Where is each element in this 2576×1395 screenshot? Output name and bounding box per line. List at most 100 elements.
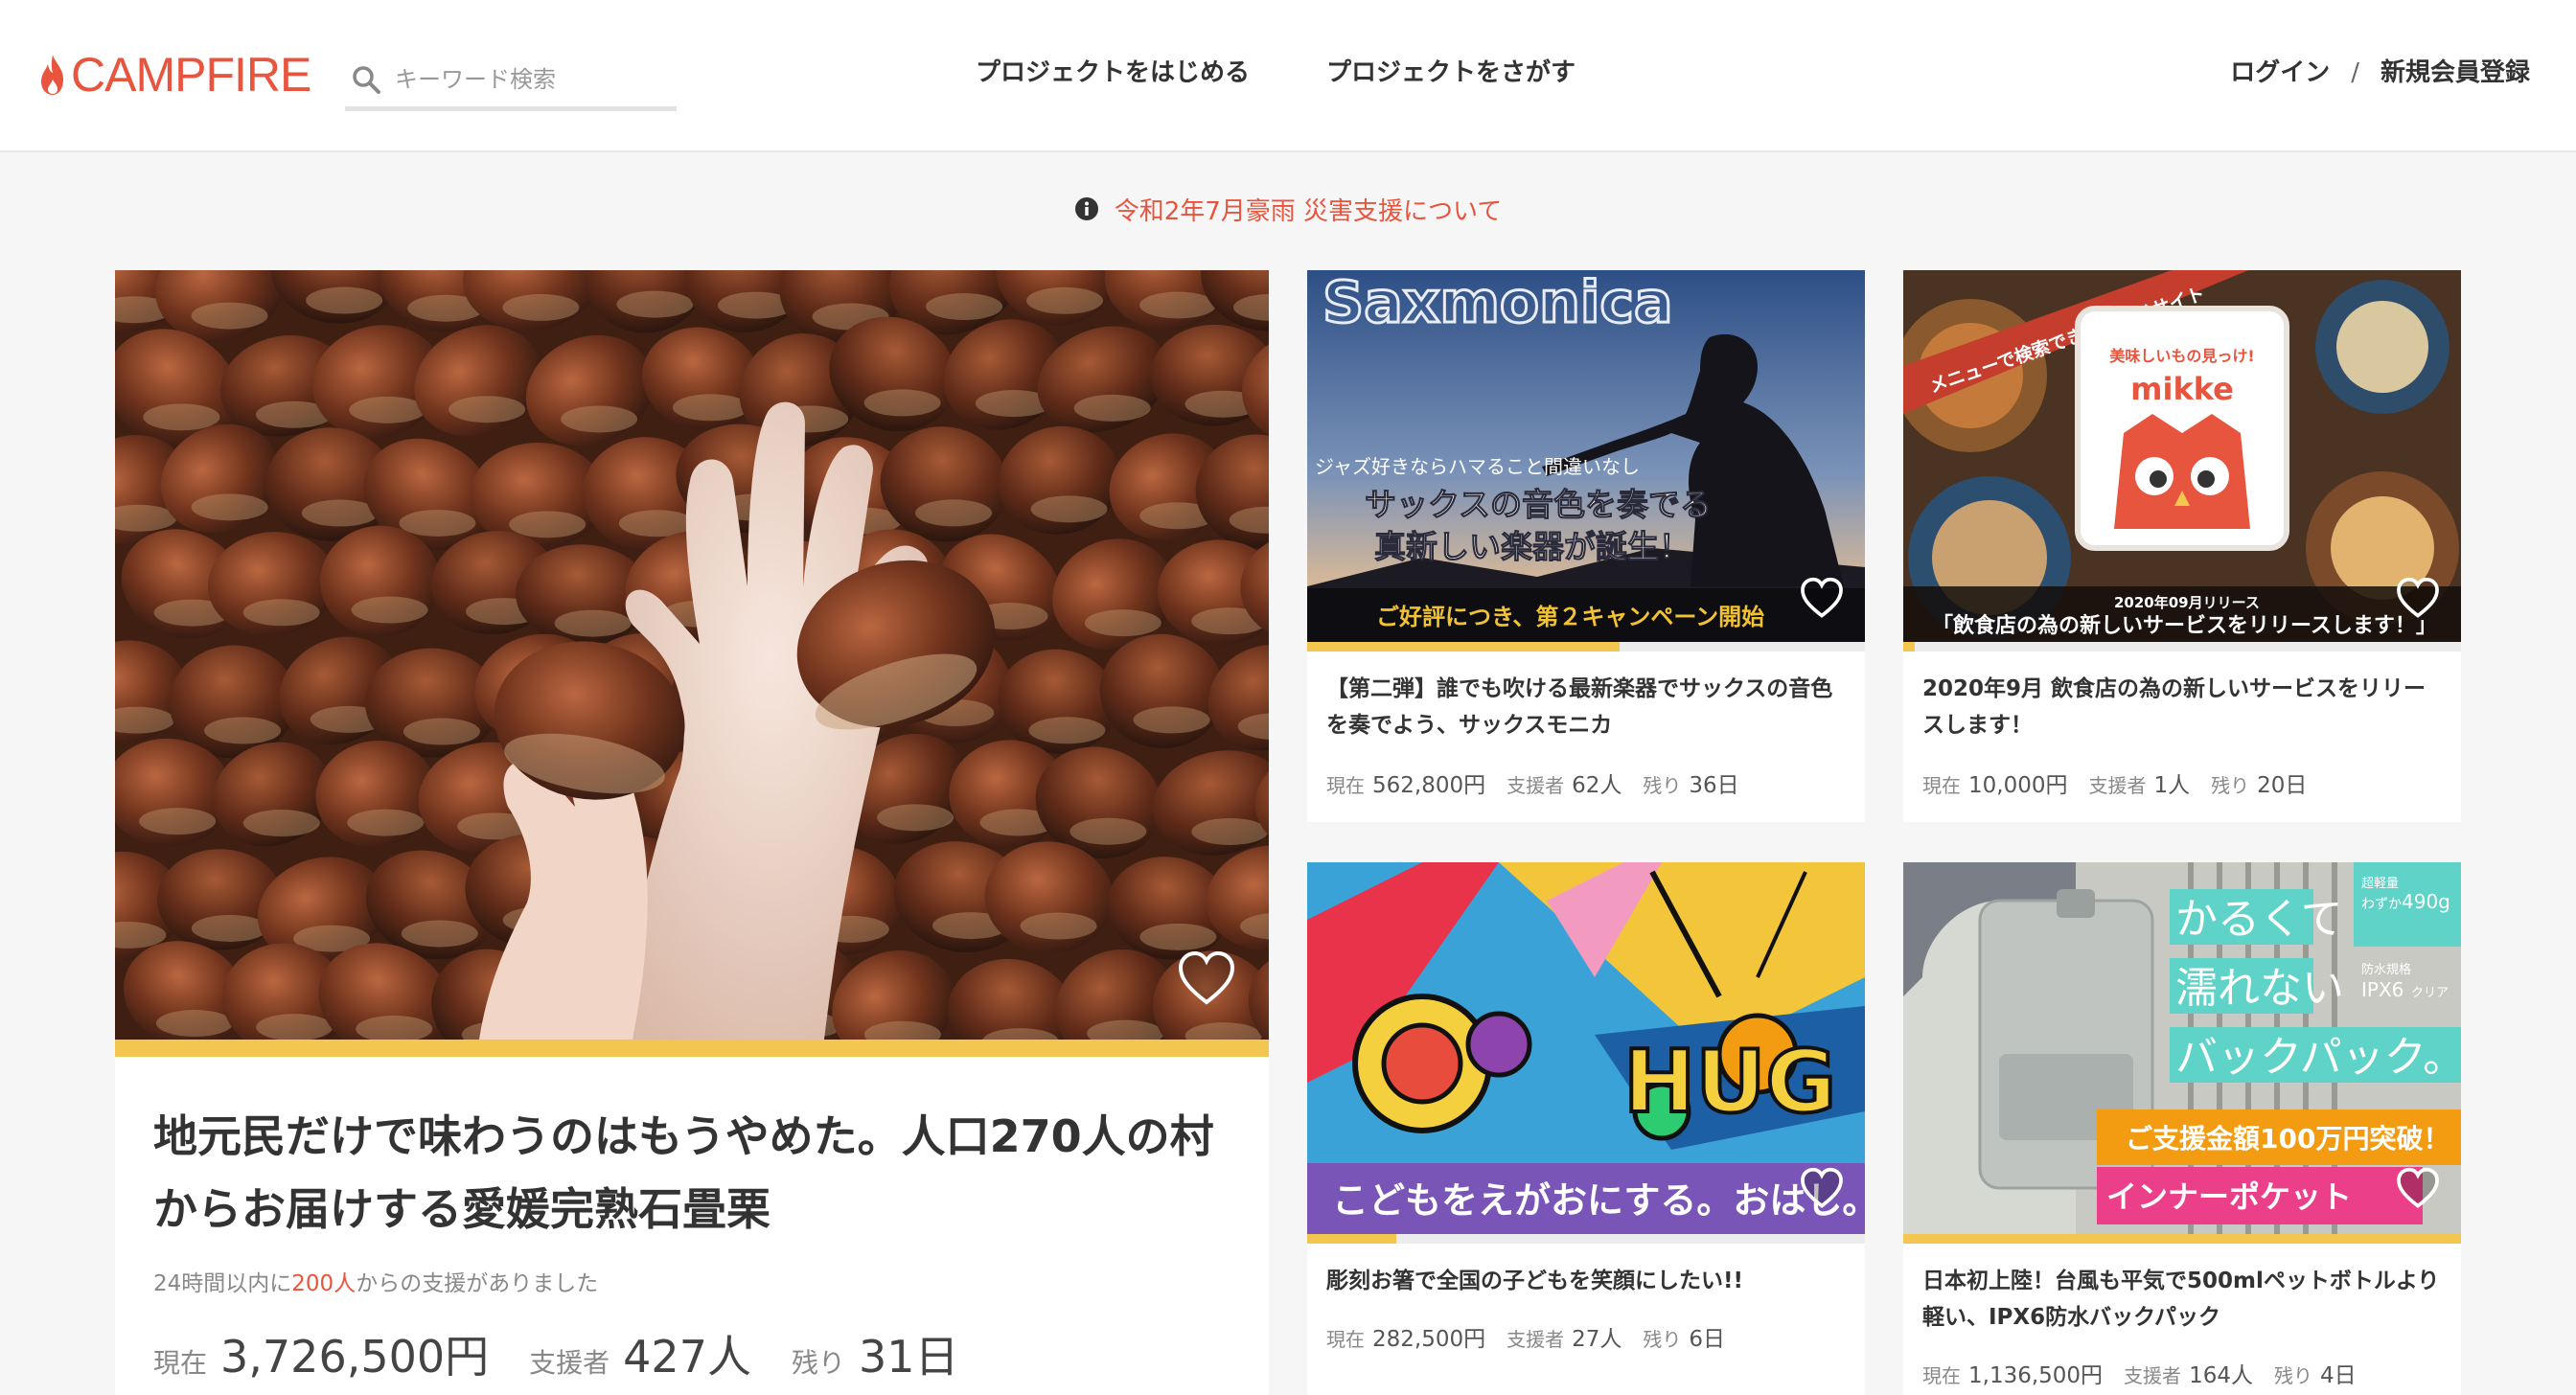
saxmonica-logo-text: Saxmonica bbox=[1322, 270, 1672, 336]
remaining-label: 残り bbox=[1643, 774, 1682, 797]
banner-line-1: かるくて bbox=[2175, 895, 2343, 944]
saxmonica-banner: Saxmonica ジャズ好きならハマること間違いなし サックスの音色を奏でる … bbox=[1307, 270, 1865, 642]
banner-pocket-text: インナーポケット bbox=[2106, 1178, 2352, 1215]
raised-amount: 282,500円 bbox=[1372, 1327, 1486, 1352]
project-card[interactable]: HUG こどもをえがおにする。おはし。 彫刻お箸で全国の子どもを笑顔にしたい!!… bbox=[1307, 862, 1865, 1395]
backers-label: 支援者 bbox=[1506, 1328, 1565, 1351]
login-link[interactable]: ログイン bbox=[2230, 56, 2330, 90]
banner-line-2: 濡れない bbox=[2175, 964, 2344, 1013]
search-icon[interactable] bbox=[351, 64, 381, 95]
notice-text: 令和2年7月豪雨 災害支援について bbox=[1114, 196, 1503, 226]
banner-tag-2a: 防水規格 bbox=[2361, 962, 2411, 977]
remaining-days: 36日 bbox=[1689, 773, 1739, 798]
remaining-days: 31日 bbox=[858, 1331, 959, 1383]
project-card[interactable]: Saxmonica ジャズ好きならハマること間違いなし サックスの音色を奏でる … bbox=[1307, 270, 1865, 822]
backpack-banner: かるくて 濡れない バックパック。 超軽量 わずか 490g 防水規格 IPX6… bbox=[1903, 862, 2461, 1234]
raised-amount: 10,000円 bbox=[1968, 773, 2068, 798]
banner-logo-tag: 美味しいもの見っけ! bbox=[2109, 347, 2254, 365]
backers-count: 164人 bbox=[2189, 1363, 2253, 1388]
project-image[interactable]: かるくて 濡れない バックパック。 超軽量 わずか 490g 防水規格 IPX6… bbox=[1903, 862, 2461, 1234]
featured-progress-fill bbox=[115, 1040, 1269, 1057]
raised-label: 現在 bbox=[1326, 1328, 1365, 1351]
info-icon bbox=[1074, 197, 1098, 220]
backers-label: 支援者 bbox=[2088, 774, 2147, 797]
progress-bar bbox=[1903, 1234, 2461, 1244]
project-card[interactable]: メニューで検索できるグルメサイト 美味しいもの見っけ! mikke 2020年0… bbox=[1903, 270, 2461, 822]
banner-badge-text: ご支援金額100万円突破！ bbox=[2126, 1123, 2450, 1155]
project-image[interactable]: メニューで検索できるグルメサイト 美味しいもの見っけ! mikke 2020年0… bbox=[1903, 270, 2461, 642]
chestnuts-photo bbox=[115, 270, 1269, 1040]
campfire-logo[interactable]: CAMPFIRE bbox=[38, 48, 311, 102]
remaining-days: 6日 bbox=[1689, 1327, 1726, 1352]
featured-project-card[interactable]: 地元民だけで味わうのはもうやめた。人口270人の村からお届けする愛媛完熟石畳栗 … bbox=[115, 270, 1269, 1395]
banner-strip-text: ご好評につき、第２キャンペーン開始 bbox=[1376, 604, 1764, 630]
project-title[interactable]: 2020年9月 飲食店の為の新しいサービスをリリースします！ bbox=[1922, 671, 2440, 743]
backers-label: 支援者 bbox=[2124, 1364, 2182, 1387]
remaining-days: 20日 bbox=[2257, 773, 2308, 798]
banner-small-text: ジャズ好きならハマること間違いなし bbox=[1315, 455, 1640, 478]
raised-label: 現在 bbox=[1922, 1364, 1961, 1387]
nav-start-project[interactable]: プロジェクトをはじめる bbox=[976, 56, 1250, 90]
favorite-heart-icon[interactable] bbox=[2396, 577, 2440, 619]
raised-amount: 1,136,500円 bbox=[1968, 1363, 2104, 1388]
banner-hug-text: HUG bbox=[1623, 1032, 1836, 1132]
mikke-banner: メニューで検索できるグルメサイト 美味しいもの見っけ! mikke 2020年0… bbox=[1903, 270, 2461, 642]
auth-links: ログイン / 新規会員登録 bbox=[2230, 56, 2530, 90]
nav-find-project[interactable]: プロジェクトをさがす bbox=[1326, 56, 1576, 90]
project-title[interactable]: 彫刻お箸で全国の子どもを笑顔にしたい!! bbox=[1326, 1263, 1844, 1299]
chopsticks-banner: HUG こどもをえがおにする。おはし。 bbox=[1307, 862, 1865, 1234]
backers-label: 支援者 bbox=[1506, 774, 1565, 797]
favorite-heart-icon[interactable] bbox=[1800, 577, 1844, 619]
support-suffix: からの支援がありました bbox=[356, 1271, 599, 1296]
banner-main-text-1: サックスの音色を奏でる bbox=[1365, 486, 1712, 523]
banner-line-3: バックパック。 bbox=[2175, 1033, 2461, 1082]
project-title[interactable]: 【第二弾】誰でも吹ける最新楽器でサックスの音色を奏でよう、サックスモニカ bbox=[1326, 671, 1844, 743]
favorite-heart-icon[interactable] bbox=[2396, 1167, 2440, 1209]
featured-stats: 現在 3,726,500円 支援者 427人 残り 31日 bbox=[153, 1322, 1000, 1385]
raised-label: 現在 bbox=[1326, 774, 1365, 797]
progress-fill bbox=[1903, 642, 1915, 652]
mikke-logo-text: mikke bbox=[2130, 371, 2234, 407]
recent-support-note: 24時間以内に200人からの支援がありました bbox=[153, 1265, 598, 1297]
banner-tag-1b: わずか bbox=[2361, 897, 2402, 912]
progress-bar bbox=[1903, 642, 2461, 652]
banner-strip-text: 「飲食店の為の新しいサービスをリリースします！」 bbox=[1932, 613, 2437, 638]
project-title[interactable]: 日本初上陸！台風も平気で500mlペットボトルより軽い、IPX6防水バックパック bbox=[1922, 1263, 2440, 1336]
project-stats: 現在 282,500円 支援者 27人 残り 6日 bbox=[1326, 1320, 1746, 1353]
progress-fill bbox=[1903, 1234, 2461, 1244]
register-link[interactable]: 新規会員登録 bbox=[2380, 56, 2530, 90]
raised-label: 現在 bbox=[153, 1347, 208, 1379]
raised-amount: 3,726,500円 bbox=[220, 1331, 490, 1383]
progress-bar bbox=[1307, 642, 1865, 652]
favorite-heart-icon[interactable] bbox=[1800, 1167, 1844, 1209]
progress-bar bbox=[1307, 1234, 1865, 1244]
featured-project-title[interactable]: 地元民だけで味わうのはもうやめた。人口270人の村からお届けする愛媛完熟石畳栗 bbox=[153, 1100, 1230, 1246]
backers-count: 427人 bbox=[623, 1331, 751, 1383]
raised-amount: 562,800円 bbox=[1372, 773, 1486, 798]
banner-strip-text: こどもをえがおにする。おはし。 bbox=[1332, 1179, 1865, 1222]
logo-text: CAMPFIRE bbox=[71, 48, 311, 102]
remaining-label: 残り bbox=[2211, 774, 2250, 797]
remaining-label: 残り bbox=[2273, 1364, 2312, 1387]
project-image[interactable]: HUG こどもをえがおにする。おはし。 bbox=[1307, 862, 1865, 1234]
backers-label: 支援者 bbox=[529, 1347, 610, 1379]
remaining-label: 残り bbox=[1643, 1328, 1682, 1351]
featured-progress-bar bbox=[115, 1040, 1269, 1057]
remaining-days: 4日 bbox=[2319, 1363, 2357, 1388]
remaining-label: 残り bbox=[791, 1347, 845, 1379]
backers-count: 27人 bbox=[1572, 1327, 1622, 1352]
banner-tag-2b: IPX6 bbox=[2361, 978, 2404, 1001]
progress-fill bbox=[1307, 642, 1620, 652]
disaster-notice[interactable]: 令和2年7月豪雨 災害支援について bbox=[0, 188, 2576, 230]
project-card[interactable]: かるくて 濡れない バックパック。 超軽量 わずか 490g 防水規格 IPX6… bbox=[1903, 862, 2461, 1395]
search-input[interactable] bbox=[395, 65, 663, 93]
backers-count: 1人 bbox=[2153, 773, 2191, 798]
support-prefix: 24時間以内に bbox=[153, 1271, 292, 1296]
banner-release-text: 2020年09月リリース bbox=[2114, 594, 2260, 611]
favorite-heart-icon[interactable] bbox=[1177, 950, 1236, 1006]
banner-tag-1a: 超軽量 bbox=[2361, 877, 2399, 891]
project-image[interactable]: Saxmonica ジャズ好きならハマること間違いなし サックスの音色を奏でる … bbox=[1307, 270, 1865, 642]
featured-project-image[interactable] bbox=[115, 270, 1269, 1040]
banner-tag-2c: クリア bbox=[2411, 986, 2449, 1000]
project-stats: 現在 10,000円 支援者 1人 残り 20日 bbox=[1922, 766, 2328, 799]
